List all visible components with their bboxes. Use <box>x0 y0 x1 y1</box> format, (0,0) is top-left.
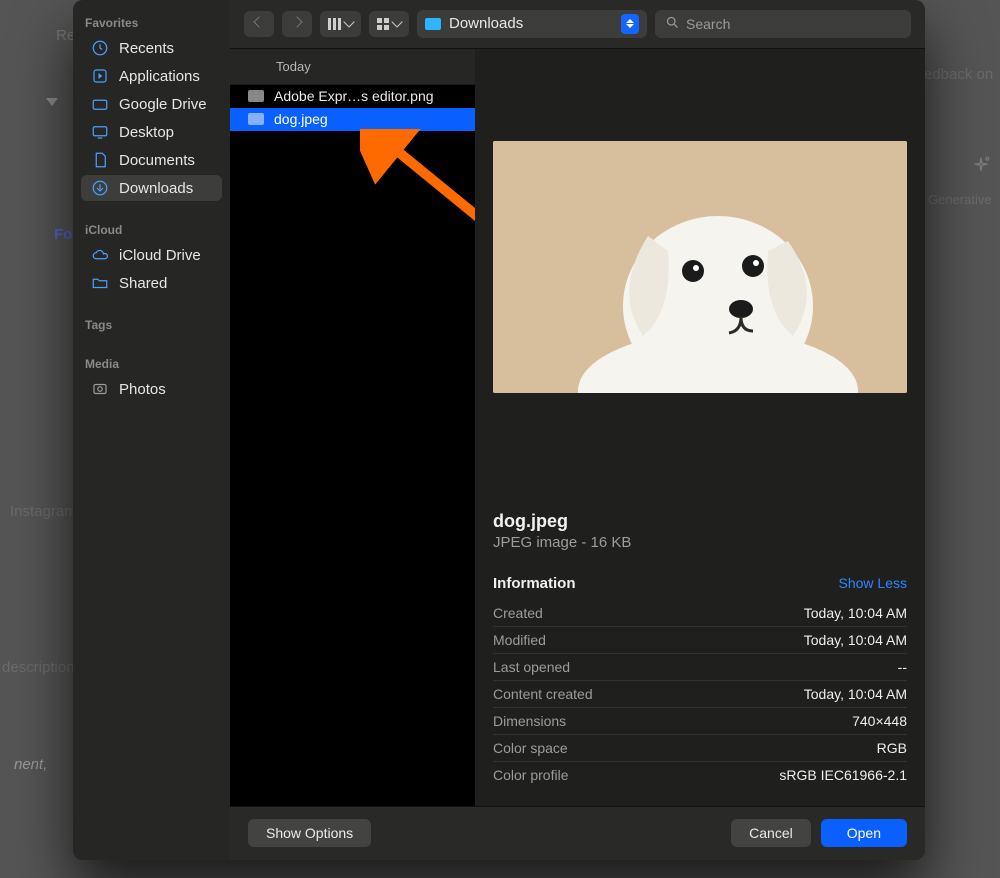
file-list-header: Today <box>230 49 475 85</box>
sidebar-section-favorites: Favorites <box>73 12 230 33</box>
search-icon <box>665 15 680 33</box>
sidebar-item-label: iCloud Drive <box>119 247 201 264</box>
file-row[interactable]: Adobe Expr…s editor.png <box>230 85 475 108</box>
sidebar-item-downloads[interactable]: Downloads <box>81 175 222 201</box>
jpeg-file-icon <box>248 113 264 125</box>
cancel-button[interactable]: Cancel <box>731 819 811 847</box>
downloads-icon <box>91 179 109 197</box>
sidebar-item-label: Google Drive <box>119 96 207 113</box>
toolbar: Downloads <box>230 0 925 49</box>
stepper-icon <box>621 14 639 34</box>
info-value: Today, 10:04 AM <box>804 605 907 621</box>
desktop-icon <box>91 123 109 141</box>
info-value: RGB <box>877 740 907 756</box>
show-less-link[interactable]: Show Less <box>839 575 907 591</box>
chevron-left-icon <box>253 17 264 28</box>
search-field-wrapper[interactable] <box>655 10 911 38</box>
sidebar-item-photos[interactable]: Photos <box>81 376 222 402</box>
chevron-down-icon <box>46 98 58 106</box>
info-value: -- <box>898 659 907 675</box>
info-key: Modified <box>493 632 546 648</box>
columns-view-icon <box>328 18 341 30</box>
annotation-arrow-icon <box>360 129 475 249</box>
sidebar-item-shared[interactable]: Shared <box>81 270 222 296</box>
information-heading: Information <box>493 575 576 592</box>
cloud-icon <box>91 246 109 264</box>
sidebar-item-label: Downloads <box>119 180 193 197</box>
info-value: 740×448 <box>852 713 907 729</box>
sidebar-item-icloud-drive[interactable]: iCloud Drive <box>81 242 222 268</box>
sidebar-item-recents[interactable]: Recents <box>81 35 222 61</box>
info-value: sRGB IEC61966-2.1 <box>779 767 907 783</box>
file-open-dialog: Favorites Recents Applications Google Dr… <box>73 0 925 860</box>
location-select[interactable]: Downloads <box>417 10 647 38</box>
location-label: Downloads <box>449 15 523 32</box>
shared-folder-icon <box>91 274 109 292</box>
bg-instagram-text: Instagram <box>10 503 77 520</box>
info-value: Today, 10:04 AM <box>804 686 907 702</box>
png-file-icon <box>248 90 264 102</box>
photos-icon <box>91 380 109 398</box>
info-key: Last opened <box>493 659 570 675</box>
sidebar-item-label: Applications <box>119 68 200 85</box>
sidebar: Favorites Recents Applications Google Dr… <box>73 0 230 860</box>
preview-kind: JPEG image - 16 KB <box>493 534 907 551</box>
file-name: dog.jpeg <box>274 111 463 127</box>
sidebar-item-label: Photos <box>119 381 166 398</box>
sidebar-item-label: Documents <box>119 152 195 169</box>
preview-pane: dog.jpeg JPEG image - 16 KB Information … <box>475 49 925 806</box>
preview-thumbnail <box>493 141 907 393</box>
info-table: Created Today, 10:04 AM Modified Today, 10… <box>493 600 907 788</box>
nav-forward-button[interactable] <box>282 11 312 37</box>
sidebar-item-documents[interactable]: Documents <box>81 147 222 173</box>
clock-icon <box>91 39 109 57</box>
search-input[interactable] <box>686 16 901 32</box>
dog-image <box>493 141 907 393</box>
chevron-down-icon <box>391 17 402 28</box>
info-value: Today, 10:04 AM <box>804 632 907 648</box>
sidebar-item-label: Desktop <box>119 124 174 141</box>
sidebar-item-applications[interactable]: Applications <box>81 63 222 89</box>
dialog-footer: Show Options Cancel Open <box>230 806 925 860</box>
info-key: Color space <box>493 740 568 756</box>
arrange-button[interactable] <box>369 11 409 37</box>
sidebar-item-desktop[interactable]: Desktop <box>81 119 222 145</box>
document-icon <box>91 151 109 169</box>
chevron-right-icon <box>291 17 302 28</box>
preview-filename: dog.jpeg <box>493 511 907 532</box>
open-button[interactable]: Open <box>821 819 907 847</box>
sidebar-section-tags: Tags <box>73 314 230 335</box>
bg-description-text: description <box>2 659 75 676</box>
file-name: Adobe Expr…s editor.png <box>274 88 463 104</box>
sidebar-section-icloud: iCloud <box>73 219 230 240</box>
bg-generative-text: Generative <box>928 192 992 207</box>
bg-fo-text: Fo <box>54 226 72 243</box>
folder-icon <box>425 18 441 30</box>
nav-back-button[interactable] <box>244 11 274 37</box>
info-key: Content created <box>493 686 593 702</box>
bg-feedback-text: edback on <box>924 66 993 83</box>
file-list: Today Adobe Expr…s editor.png dog.jpeg <box>230 49 475 806</box>
sidebar-section-media: Media <box>73 353 230 374</box>
sparkle-icon <box>970 155 992 177</box>
sidebar-item-google-drive[interactable]: Google Drive <box>81 91 222 117</box>
sidebar-item-label: Shared <box>119 275 167 292</box>
file-row[interactable]: dog.jpeg <box>230 108 475 131</box>
bg-ment-text: nent, <box>14 756 47 773</box>
drive-icon <box>91 95 109 113</box>
chevron-down-icon <box>343 17 354 28</box>
info-key: Created <box>493 605 543 621</box>
info-key: Color profile <box>493 767 568 783</box>
applications-icon <box>91 67 109 85</box>
info-key: Dimensions <box>493 713 566 729</box>
show-options-button[interactable]: Show Options <box>248 819 371 847</box>
view-mode-button[interactable] <box>320 11 361 37</box>
sidebar-item-label: Recents <box>119 40 174 57</box>
grid-icon <box>377 18 389 30</box>
